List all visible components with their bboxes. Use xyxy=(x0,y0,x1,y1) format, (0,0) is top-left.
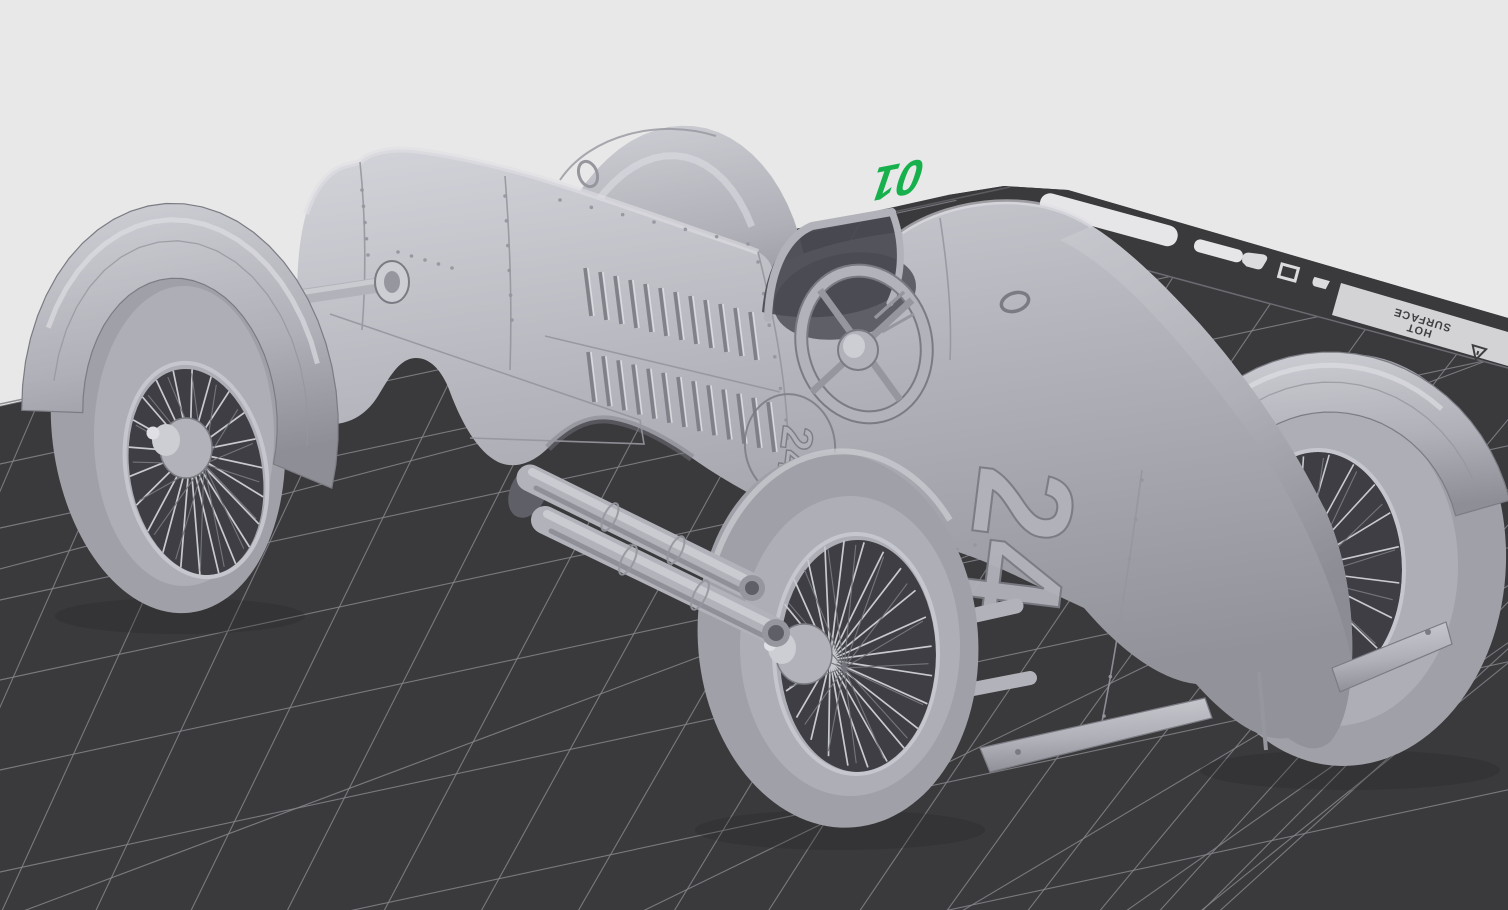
front-left-knockoff-spinner xyxy=(146,426,160,440)
slicer-3d-viewport[interactable]: HOT SURFACE 01 24 24 xyxy=(0,0,1508,910)
scene-canvas: HOT SURFACE 01 24 24 xyxy=(0,125,1508,910)
